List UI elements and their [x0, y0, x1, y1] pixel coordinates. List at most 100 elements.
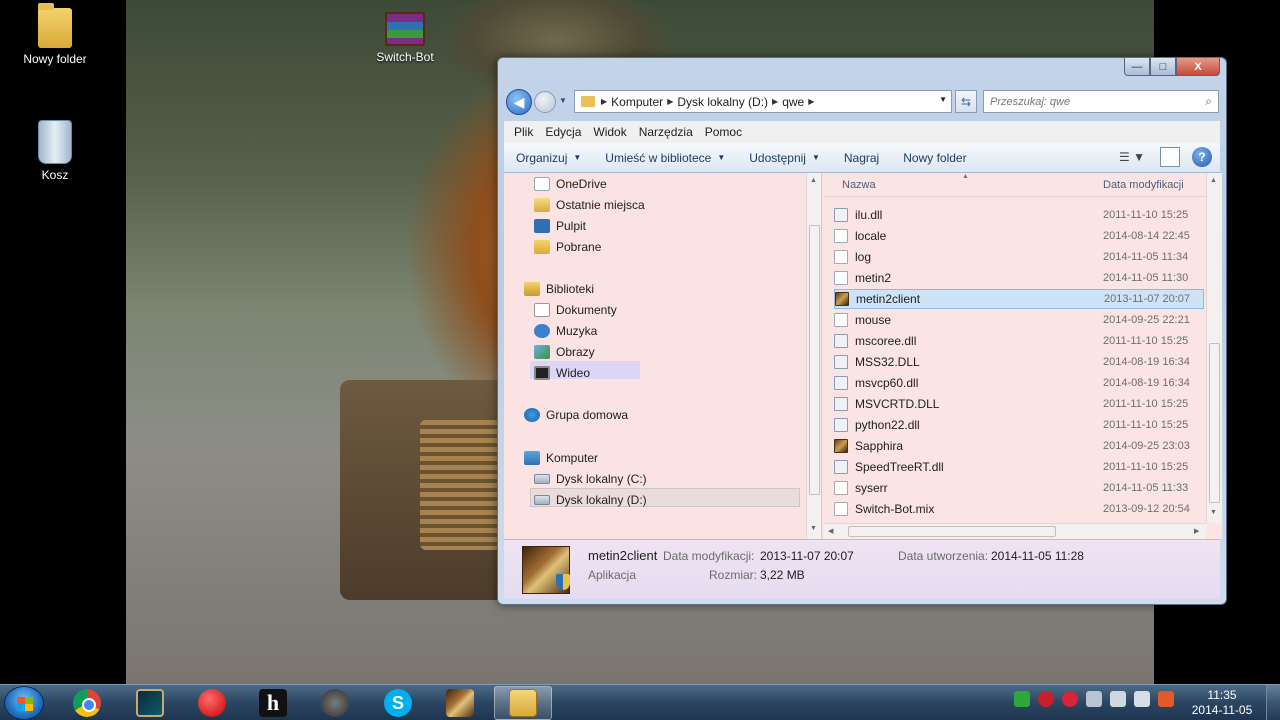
speaker-mute-icon[interactable] — [1158, 691, 1174, 707]
menu-item-edycja[interactable]: Edycja — [539, 125, 587, 139]
preview-pane-button[interactable] — [1160, 147, 1180, 167]
nav-pane-scrollbar[interactable]: ▲ ▼ — [806, 173, 821, 539]
nav-item-video[interactable]: Wideo — [534, 366, 590, 380]
nav-item-documents[interactable]: Dokumenty — [534, 303, 617, 317]
menu-item-narzedzia[interactable]: Narzędzia — [633, 125, 699, 139]
scroll-up-icon[interactable]: ▲ — [1210, 177, 1217, 184]
taskbar-metin2[interactable] — [431, 686, 489, 720]
scrollbar-thumb[interactable] — [848, 526, 1056, 537]
back-button[interactable]: ◀ — [506, 89, 532, 115]
breadcrumb-komputer[interactable]: Komputer — [607, 95, 667, 109]
nav-item-drive-d[interactable]: Dysk lokalny (D:) — [534, 493, 647, 507]
minimize-button[interactable]: — — [1124, 58, 1150, 76]
file-name: MSVCRTD.DLL — [855, 397, 940, 411]
file-row[interactable]: mscoree.dll 2011-11-10 15:25 — [834, 331, 1204, 351]
file-row[interactable]: mouse 2014-09-25 22:21 — [834, 310, 1204, 330]
column-header-name[interactable]: Nazwa — [842, 179, 876, 191]
taskbar-world-of-tanks[interactable] — [306, 686, 364, 720]
help-button[interactable]: ? — [1192, 147, 1212, 167]
close-button[interactable]: X — [1176, 58, 1220, 76]
search-input[interactable] — [990, 95, 1190, 108]
desktop-icon-recycle-bin[interactable]: Kosz — [10, 120, 100, 182]
scrollbar-thumb[interactable] — [809, 225, 820, 495]
file-row-selected[interactable]: metin2client 2013-11-07 20:07 — [834, 289, 1204, 309]
file-list-horizontal-scrollbar[interactable]: ◀ ▶ — [824, 523, 1206, 539]
column-header-date-modified[interactable]: Data modyfikacji — [1103, 179, 1184, 191]
address-bar[interactable]: ▶ Komputer ▶ Dysk lokalny (D:) ▶ qwe ▶ ▼ — [574, 90, 952, 113]
include-in-library-button[interactable]: Umieść w bibliotece ▼ — [605, 151, 725, 165]
scroll-right-icon[interactable]: ▶ — [1194, 527, 1199, 535]
file-row[interactable]: locale 2014-08-14 22:45 — [834, 226, 1204, 246]
dll-file-icon — [834, 376, 848, 390]
scroll-down-icon[interactable]: ▼ — [1210, 509, 1217, 516]
file-row[interactable]: python22.dll 2011-11-10 15:25 — [834, 415, 1204, 435]
nav-item-onedrive[interactable]: OneDrive — [534, 177, 607, 191]
taskbar-explorer[interactable] — [494, 686, 552, 720]
nav-item-music[interactable]: Muzyka — [534, 324, 597, 338]
volume-icon[interactable] — [1134, 691, 1150, 707]
file-row[interactable]: log 2014-11-05 11:34 — [834, 247, 1204, 267]
change-view-button[interactable]: ☰ ▼ — [1112, 147, 1152, 167]
r-app-tray-icon[interactable] — [1038, 691, 1054, 707]
nav-item-pictures[interactable]: Obrazy — [534, 345, 595, 359]
share-button[interactable]: Udostępnij ▼ — [749, 151, 820, 165]
dll-file-icon — [834, 418, 848, 432]
nav-item-desktop[interactable]: Pulpit — [534, 219, 586, 233]
menu-item-pomoc[interactable]: Pomoc — [699, 125, 748, 139]
nav-item-drive-c[interactable]: Dysk lokalny (C:) — [534, 472, 647, 486]
refresh-button[interactable]: ⇆ — [955, 90, 977, 113]
nav-item-computer[interactable]: Komputer — [524, 451, 598, 465]
breadcrumb-qwe[interactable]: qwe — [778, 95, 808, 109]
scroll-up-icon[interactable]: ▲ — [810, 177, 817, 184]
address-dropdown-icon[interactable]: ▼ — [939, 95, 947, 104]
file-row[interactable]: msvcp60.dll 2014-08-19 16:34 — [834, 373, 1204, 393]
scroll-left-icon[interactable]: ◀ — [828, 527, 833, 535]
file-row[interactable]: syserr 2014-11-05 11:33 — [834, 478, 1204, 498]
scroll-down-icon[interactable]: ▼ — [810, 525, 817, 532]
details-pane: metin2client Aplikacja Data modyfikacji:… — [504, 539, 1220, 599]
nav-item-recent-places[interactable]: Ostatnie miejsca — [534, 198, 645, 212]
menu-item-widok[interactable]: Widok — [587, 125, 632, 139]
file-row[interactable]: MSVCRTD.DLL 2011-11-10 15:25 — [834, 394, 1204, 414]
file-row[interactable]: metin2 2014-11-05 11:30 — [834, 268, 1204, 288]
desktop-icon-new-folder[interactable]: Nowy folder — [10, 3, 100, 66]
network-icon[interactable] — [1110, 691, 1126, 707]
search-icon[interactable]: ⌕ — [1205, 94, 1212, 109]
file-row[interactable]: SpeedTreeRT.dll 2011-11-10 15:25 — [834, 457, 1204, 477]
dll-file-icon — [834, 334, 848, 348]
menu-item-plik[interactable]: Plik — [508, 125, 539, 139]
taskbar-clock[interactable]: 11:35 2014-11-05 — [1190, 688, 1254, 718]
taskbar-h-app[interactable]: h — [244, 686, 302, 720]
start-button[interactable] — [4, 686, 44, 720]
search-box[interactable]: ⌕ — [983, 90, 1219, 113]
nav-item-label: Obrazy — [556, 345, 595, 359]
shield-check-icon[interactable] — [1014, 691, 1030, 707]
explorer-window[interactable]: — □ X ◀ ▼ ▶ Komputer ▶ Dysk lokalny (D:)… — [497, 57, 1227, 605]
history-dropdown-icon[interactable]: ▼ — [559, 96, 567, 105]
scrollbar-thumb[interactable] — [1209, 343, 1220, 503]
desktop-icon-switch-bot[interactable]: Switch-Bot — [360, 12, 450, 64]
nav-item-label: Pulpit — [556, 219, 587, 233]
new-folder-button[interactable]: Nowy folder — [903, 151, 966, 165]
breadcrumb-separator-icon[interactable]: ▶ — [808, 97, 814, 106]
nav-item-downloads[interactable]: Pobrane — [534, 240, 601, 254]
taskbar-chrome[interactable] — [58, 686, 116, 720]
burn-button[interactable]: Nagraj — [844, 151, 879, 165]
taskbar-recorder[interactable] — [183, 686, 241, 720]
taskbar-skype[interactable]: S — [369, 686, 427, 720]
file-row[interactable]: ilu.dll 2011-11-10 15:25 — [834, 205, 1204, 225]
breadcrumb-drive-d[interactable]: Dysk lokalny (D:) — [673, 95, 772, 109]
file-row[interactable]: MSS32.DLL 2014-08-19 16:34 — [834, 352, 1204, 372]
file-list-vertical-scrollbar[interactable]: ▲ ▼ — [1206, 173, 1222, 523]
organize-button[interactable]: Organizuj ▼ — [516, 151, 581, 165]
flag-tray-icon[interactable] — [1086, 691, 1102, 707]
forward-button[interactable] — [534, 91, 556, 113]
file-row[interactable]: Switch-Bot.mix 2013-09-12 20:54 — [834, 499, 1204, 519]
show-desktop-button[interactable] — [1266, 685, 1280, 720]
maximize-button[interactable]: □ — [1150, 58, 1176, 76]
nav-item-homegroup[interactable]: Grupa domowa — [524, 408, 628, 422]
no-entry-tray-icon[interactable] — [1062, 691, 1078, 707]
taskbar-league-of-legends[interactable] — [121, 686, 179, 720]
nav-item-libraries[interactable]: Biblioteki — [524, 282, 594, 296]
file-row[interactable]: Sapphira 2014-09-25 23:03 — [834, 436, 1204, 456]
